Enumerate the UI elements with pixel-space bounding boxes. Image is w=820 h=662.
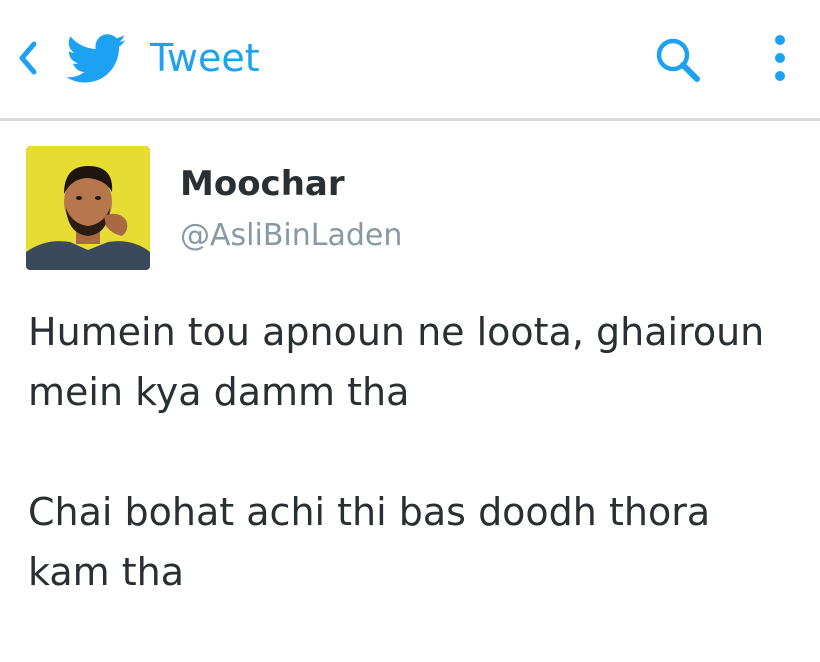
search-icon — [656, 38, 700, 82]
avatar[interactable] — [26, 146, 150, 270]
author-handle[interactable]: @AsliBinLaden — [180, 216, 402, 256]
page-title: Tweet — [150, 36, 260, 80]
tweet-body: Humein tou apnoun ne loota, ghairoun mei… — [28, 302, 808, 662]
search-button[interactable] — [652, 34, 704, 86]
author-name[interactable]: Moochar — [180, 162, 345, 206]
more-vertical-icon — [775, 35, 785, 81]
back-button[interactable] — [14, 38, 40, 78]
top-app-bar: Tweet — [0, 0, 820, 118]
more-options-button[interactable] — [762, 30, 798, 86]
tweet-paragraph: Chai bohat achi thi bas doodh thora kam … — [28, 490, 711, 594]
tweet-paragraph: Humein tou apnoun ne loota, ghairoun mei… — [28, 310, 765, 414]
chevron-left-icon — [19, 41, 37, 75]
twitter-bird-icon — [66, 34, 128, 84]
header-divider — [0, 118, 820, 121]
